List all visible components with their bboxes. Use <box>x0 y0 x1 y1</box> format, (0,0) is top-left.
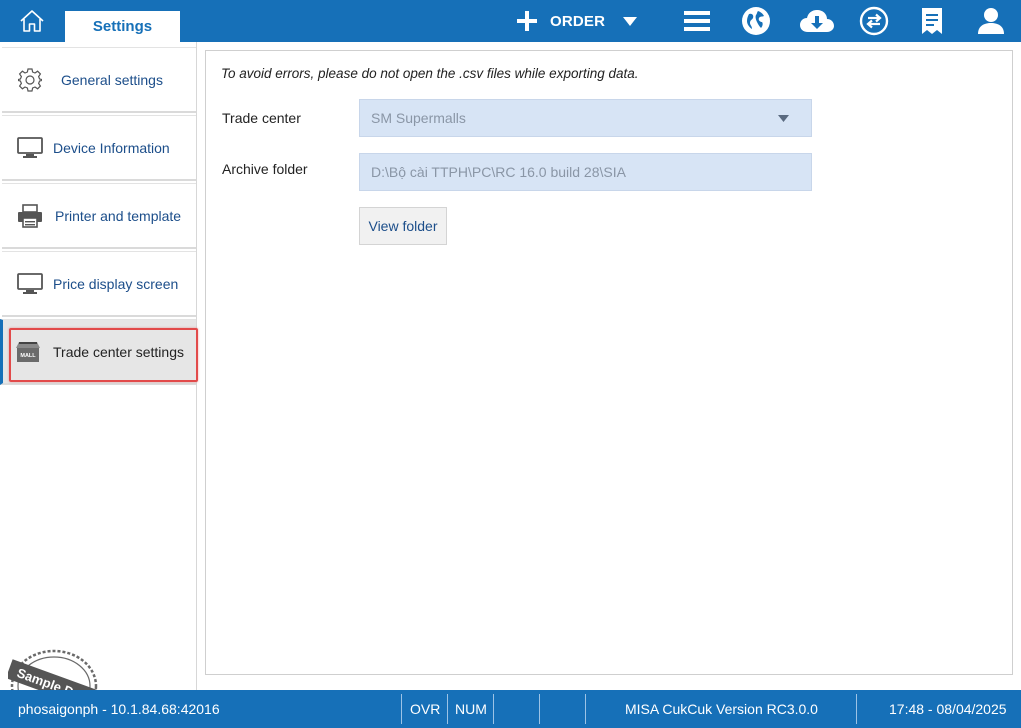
tab-settings[interactable]: Settings <box>65 11 180 42</box>
chevron-down-icon <box>623 16 638 26</box>
trade-center-settings-panel: To avoid errors, please do not open the … <box>205 50 1013 675</box>
sync-button[interactable] <box>857 4 891 38</box>
status-divider <box>585 694 586 724</box>
sidebar-item-label: Printer and template <box>55 207 182 224</box>
globe-button[interactable] <box>739 4 773 38</box>
sidebar-item-general-settings[interactable]: General settings <box>2 47 196 113</box>
sidebar-item-label: Device Information <box>53 139 170 156</box>
order-dropdown-button[interactable] <box>623 16 638 26</box>
home-icon <box>20 10 44 32</box>
trade-center-label: Trade center <box>222 110 301 126</box>
menu-button[interactable] <box>680 4 714 38</box>
sidebar-item-device-information[interactable]: Device Information <box>2 115 196 181</box>
trade-center-value: SM Supermalls <box>371 110 466 126</box>
date-time: 17:48 - 08/04/2025 <box>889 701 1007 717</box>
status-divider <box>401 694 402 724</box>
printer-icon <box>15 201 45 231</box>
order-label: ORDER <box>550 12 606 30</box>
plus-icon <box>517 11 537 31</box>
receipt-icon <box>922 8 942 34</box>
ovr-indicator: OVR <box>410 701 441 717</box>
status-divider <box>539 694 540 724</box>
sidebar: General settings Device Information Prin… <box>0 42 198 723</box>
globe-icon <box>742 7 770 35</box>
status-bar: phosaigonph - 10.1.84.68:42016 OVR NUM M… <box>0 690 1021 728</box>
connection-status: phosaigonph - 10.1.84.68:42016 <box>18 701 220 717</box>
view-folder-button[interactable]: View folder <box>359 207 447 245</box>
order-button[interactable]: ORDER <box>516 0 605 42</box>
trade-center-select[interactable]: SM Supermalls <box>359 99 812 137</box>
download-button[interactable] <box>797 4 837 38</box>
sidebar-item-label: Trade center settings <box>53 343 184 360</box>
cloud-download-icon <box>800 10 834 32</box>
status-divider <box>493 694 494 724</box>
home-button[interactable] <box>0 0 64 42</box>
archive-folder-input[interactable] <box>359 153 812 191</box>
gear-icon <box>15 65 45 95</box>
receipt-button[interactable] <box>915 4 949 38</box>
status-divider <box>447 694 448 724</box>
menu-icon <box>684 11 710 31</box>
sidebar-item-label: Price display screen <box>53 275 179 292</box>
mall-icon: MALL <box>13 337 43 367</box>
monitor-icon <box>15 269 45 299</box>
sync-icon <box>859 6 889 36</box>
sidebar-item-price-display-screen[interactable]: Price display screen <box>2 251 196 317</box>
sidebar-item-trade-center-settings[interactable]: MALL Trade center settings <box>0 319 198 385</box>
app-version: MISA CukCuk Version RC3.0.0 <box>625 701 818 717</box>
status-divider <box>856 694 857 724</box>
user-button[interactable] <box>974 4 1008 38</box>
sidebar-item-printer-and-template[interactable]: Printer and template <box>2 183 196 249</box>
top-actions: ORDER <box>516 0 638 42</box>
export-warning: To avoid errors, please do not open the … <box>221 66 639 81</box>
archive-folder-label: Archive folder <box>222 161 308 177</box>
user-icon <box>978 8 1004 34</box>
monitor-icon <box>15 133 45 163</box>
chevron-down-icon <box>778 115 789 122</box>
sidebar-item-label: General settings <box>61 71 163 88</box>
num-indicator: NUM <box>455 701 487 717</box>
svg-text:MALL: MALL <box>20 353 36 359</box>
top-bar: Settings ORDER <box>0 0 1021 42</box>
